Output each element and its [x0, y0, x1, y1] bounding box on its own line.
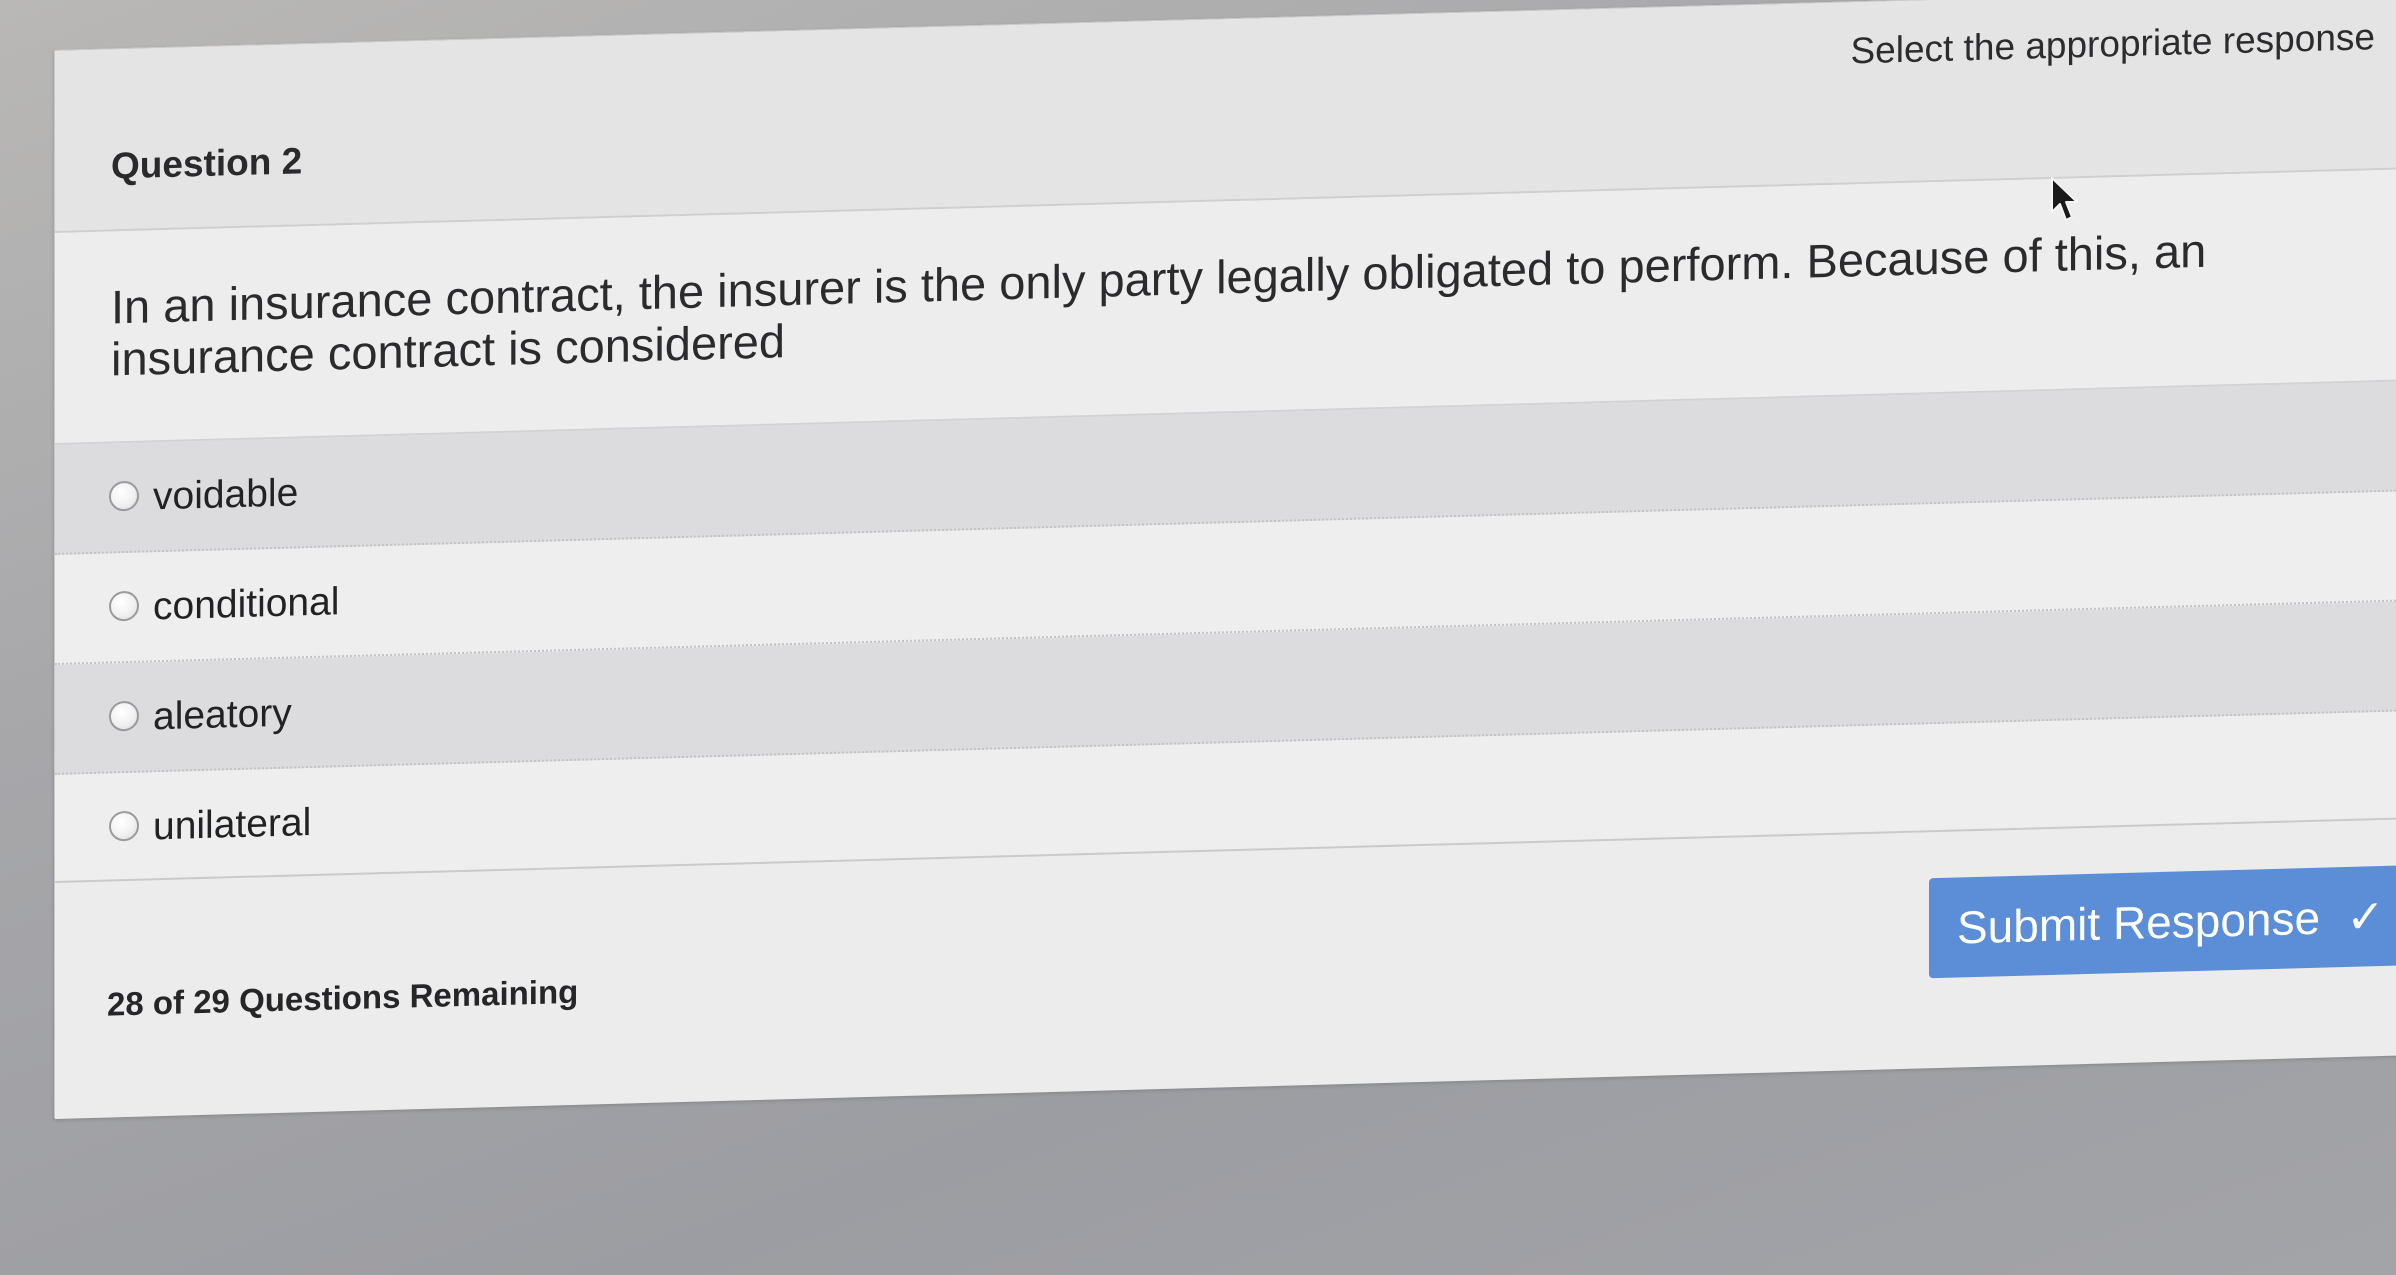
answer-option-label[interactable]: conditional — [153, 580, 339, 629]
answer-option-label[interactable]: voidable — [153, 471, 298, 519]
radio-button[interactable] — [109, 810, 139, 842]
radio-button[interactable] — [109, 700, 139, 732]
answer-option-label[interactable]: unilateral — [153, 801, 311, 849]
questions-remaining: 28 of 29 Questions Remaining — [107, 972, 579, 1023]
question-number: Question 2 — [111, 140, 303, 187]
radio-button[interactable] — [109, 590, 139, 622]
submit-button-label: Submit Response — [1957, 891, 2321, 954]
instruction-text: Select the appropriate response — [1850, 16, 2375, 72]
radio-button[interactable] — [109, 480, 139, 512]
question-panel: Question 2 Select the appropriate respon… — [54, 0, 2396, 1119]
answer-options: voidable conditional aleatory unilateral — [55, 380, 2396, 885]
submit-response-button[interactable]: Submit Response ✓ — [1929, 864, 2396, 979]
answer-option-label[interactable]: aleatory — [153, 692, 292, 740]
mouse-pointer-icon — [2051, 177, 2078, 221]
question-text: In an insurance contract, the insurer is… — [111, 223, 2207, 386]
checkmark-icon: ✓ — [2346, 889, 2385, 943]
